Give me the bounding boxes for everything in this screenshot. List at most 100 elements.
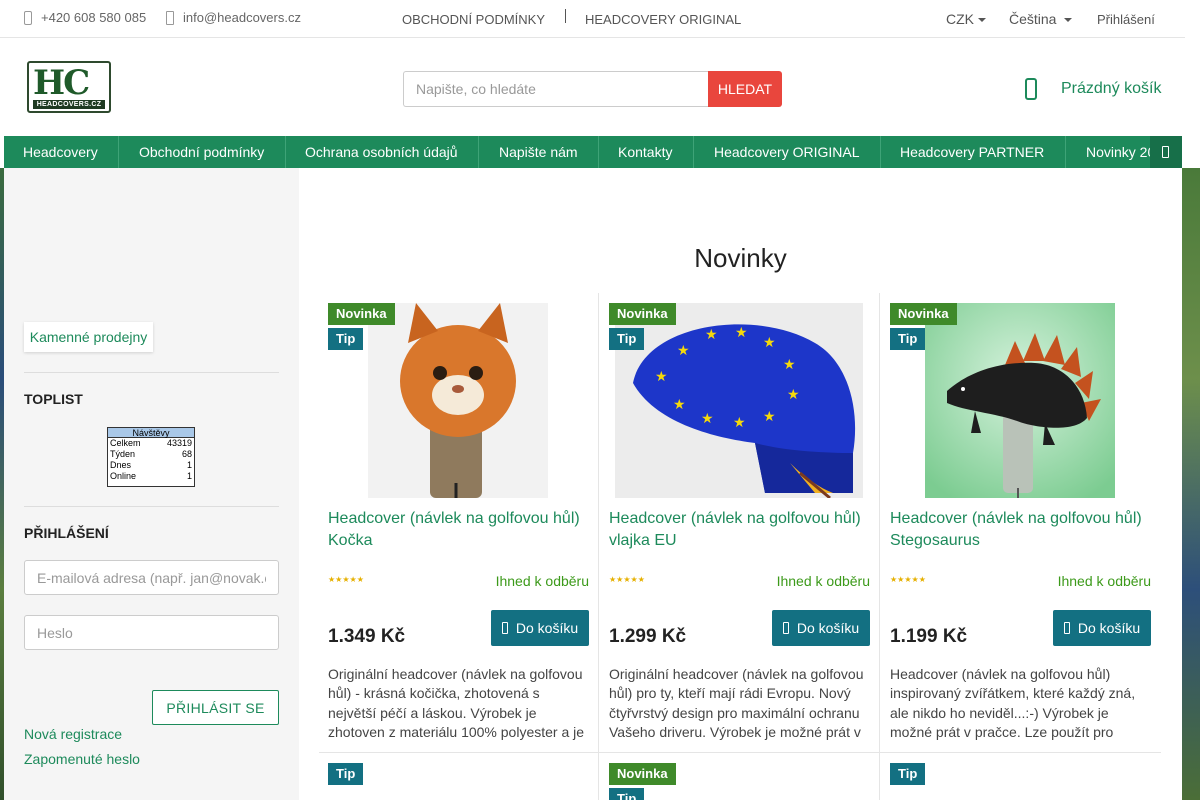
nav-item-contacts[interactable]: Kontakty (618, 136, 672, 168)
svg-text:★: ★ (677, 343, 690, 359)
svg-text:★: ★ (783, 357, 796, 373)
cart-icon (1063, 622, 1070, 634)
toplist-row: Online 1 (108, 471, 194, 482)
main-navigation: Headcovery Obchodní podmínky Ochrana oso… (4, 136, 1182, 168)
price: 1.349 Kč (328, 626, 406, 647)
add-to-cart-button[interactable]: Do košíku (772, 610, 870, 646)
tip-badge: Tip (609, 788, 645, 800)
menu-icon (1162, 146, 1169, 158)
add-to-cart-button[interactable]: Do košíku (1053, 610, 1151, 646)
cart-icon[interactable] (1025, 78, 1037, 100)
background-image (1182, 168, 1200, 800)
product-card: Novinka Tip Headcover (návlek na golfovo… (880, 293, 1161, 753)
product-image[interactable] (368, 303, 548, 498)
language-select[interactable]: Čeština (1009, 11, 1073, 27)
password-field[interactable] (24, 615, 279, 650)
terms-link[interactable]: OBCHODNÍ PODMÍNKY (402, 12, 545, 27)
nav-item-write-us[interactable]: Napište nám (499, 136, 578, 168)
availability: Ihned k odběru (495, 573, 589, 589)
nav-divider (478, 136, 479, 168)
add-to-cart-button[interactable]: Do košíku (491, 610, 589, 646)
chevron-down-icon (1064, 18, 1073, 23)
divider (565, 9, 566, 23)
product-image[interactable]: ★ ★ ★ ★ ★ ★ ★ ★ ★ ★ ★ (615, 303, 863, 498)
svg-text:★: ★ (673, 397, 686, 413)
search-input[interactable] (403, 71, 709, 107)
svg-text:★: ★ (763, 409, 776, 425)
currency-value: CZK (946, 11, 974, 27)
phone-contact[interactable]: +420 608 580 085 (24, 10, 146, 25)
product-image[interactable] (925, 303, 1115, 498)
card-divider (598, 753, 599, 800)
cart-icon (501, 622, 508, 634)
toplist-title: Návštěvy (108, 428, 194, 438)
tip-badge: Tip (328, 328, 364, 350)
svg-text:★: ★ (733, 415, 746, 431)
toplist-label: Online (110, 471, 137, 481)
svg-text:★: ★ (787, 387, 800, 403)
top-bar: +420 608 580 085 info@headcovers.cz OBCH… (0, 0, 1185, 38)
site-logo[interactable]: HC HEADCOVERS.CZ (27, 61, 111, 113)
svg-text:★: ★ (655, 369, 668, 385)
register-link[interactable]: Nová registrace (24, 726, 122, 742)
logo-text: HEADCOVERS.CZ (33, 100, 105, 109)
product-name[interactable]: Headcover (návlek na golfovou hůl) Kočka (328, 508, 593, 552)
nav-divider (285, 136, 286, 168)
email-contact[interactable]: info@headcovers.cz (166, 10, 301, 25)
chevron-down-icon (978, 18, 986, 23)
toplist-counter[interactable]: Návštěvy Celkem 43319 Týden 68 Dnes 1 Onlin… (107, 427, 195, 487)
main-content: Novinky Novinka Tip Headcover (návlek na… (299, 168, 1182, 800)
toplist-value: 68 (181, 449, 192, 459)
add-to-cart-label: Do košíku (1077, 620, 1141, 636)
tip-badge: Tip (328, 763, 364, 785)
cat-headcover-image (368, 303, 548, 498)
svg-text:★: ★ (763, 335, 776, 351)
login-link[interactable]: Přihlášení (1097, 12, 1155, 27)
forgot-password-link[interactable]: Zapomenuté heslo (24, 751, 140, 767)
toplist-row: Týden 68 (108, 449, 194, 460)
nav-item-headcovery[interactable]: Headcovery (23, 136, 98, 168)
nav-item-privacy[interactable]: Ochrana osobních údajů (305, 136, 458, 168)
nav-divider (598, 136, 599, 168)
toplist-value: 1 (186, 471, 192, 481)
email-field[interactable] (24, 560, 279, 595)
nav-divider (1065, 136, 1066, 168)
headcovers-original-link[interactable]: HEADCOVERY ORIGINAL (585, 12, 741, 27)
nav-item-terms[interactable]: Obchodní podmínky (139, 136, 264, 168)
nav-divider (118, 136, 119, 168)
product-name[interactable]: Headcover (návlek na golfovou hůl) Stego… (890, 508, 1155, 552)
product-description: Originální headcover (návlek na golfovou… (609, 666, 864, 740)
product-description: Originální headcover (návlek na golfovou… (328, 666, 585, 740)
toplist-row: Dnes 1 (108, 460, 194, 471)
nav-item-original[interactable]: Headcovery ORIGINAL (714, 136, 860, 168)
nav-item-partner[interactable]: Headcovery PARTNER (900, 136, 1044, 168)
tip-badge: Tip (890, 328, 926, 350)
card-divider (879, 753, 880, 800)
page-title: Novinky (694, 243, 787, 273)
row-divider (319, 752, 1161, 753)
toplist-row: Celkem 43319 (108, 438, 194, 449)
divider (24, 372, 279, 373)
search-button[interactable]: HLEDAT (708, 71, 782, 107)
availability: Ihned k odběru (1057, 573, 1151, 589)
divider (24, 506, 279, 507)
product-card: ★ ★ ★ ★ ★ ★ ★ ★ ★ ★ ★ Novinka Tip Headco… (599, 293, 880, 753)
rating-stars: ★★★★★ (890, 575, 926, 584)
svg-text:★: ★ (705, 327, 718, 343)
cart-link[interactable]: Prázdný košík (1061, 80, 1161, 98)
svg-text:★: ★ (701, 411, 714, 427)
currency-select[interactable]: CZK (946, 11, 986, 27)
tip-badge: Tip (609, 328, 645, 350)
product-name[interactable]: Headcover (návlek na golfovou hůl) vlajk… (609, 508, 874, 552)
stores-link[interactable]: Kamenné prodejny (24, 322, 153, 352)
toplist-value: 43319 (166, 438, 192, 448)
mail-icon (166, 10, 174, 25)
new-badge: Novinka (609, 763, 676, 785)
toplist-label: Dnes (110, 460, 132, 470)
nav-more-button[interactable] (1150, 136, 1182, 168)
login-button[interactable]: PŘIHLÁSIT SE (152, 690, 279, 725)
toplist-heading: TOPLIST (24, 391, 83, 407)
product-card: Novinka Tip Headcover (návlek na golfovo… (318, 293, 599, 753)
add-to-cart-label: Do košíku (796, 620, 860, 636)
nav-divider (693, 136, 694, 168)
